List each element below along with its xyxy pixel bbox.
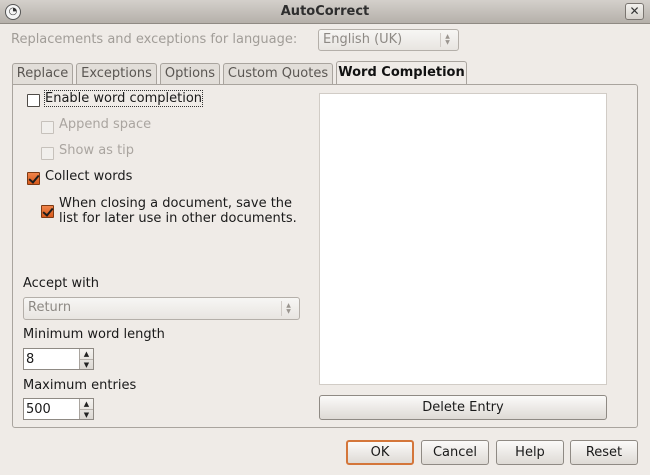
title-bar[interactable]: ◔ AutoCorrect ✕ xyxy=(0,0,650,24)
show-as-tip-label: Show as tip xyxy=(59,143,135,158)
stepper-down-icon[interactable]: ▼ xyxy=(80,409,93,419)
delete-entry-button[interactable]: Delete Entry xyxy=(319,395,607,420)
stepper-arrows[interactable]: ▲ ▼ xyxy=(79,399,93,419)
language-select[interactable]: English (UK) ▲ ▼ xyxy=(318,29,459,51)
max-entries-stepper[interactable]: 500 ▲ ▼ xyxy=(23,398,94,420)
accept-with-select[interactable]: Return ▲ ▼ xyxy=(23,297,300,320)
combo-arrows-icon: ▲ ▼ xyxy=(281,301,295,316)
append-space-checkbox[interactable] xyxy=(41,121,54,134)
tab-options[interactable]: Options xyxy=(160,63,220,85)
stepper-up-icon[interactable]: ▲ xyxy=(80,349,93,359)
enable-word-completion-label[interactable]: Enable word completion xyxy=(43,90,204,107)
language-value: English (UK) xyxy=(323,32,403,47)
min-word-length-stepper[interactable]: 8 ▲ ▼ xyxy=(23,348,94,370)
reset-button[interactable]: Reset xyxy=(570,440,638,465)
save-list-checkbox[interactable] xyxy=(41,205,54,218)
save-list-label-line1[interactable]: When closing a document, save the xyxy=(59,196,292,211)
collect-words-label[interactable]: Collect words xyxy=(45,169,132,184)
ok-button[interactable]: OK xyxy=(346,440,414,465)
help-button[interactable]: Help xyxy=(496,440,564,465)
max-entries-value: 500 xyxy=(26,402,51,417)
tab-replace[interactable]: Replace xyxy=(12,63,73,85)
save-list-label-line2[interactable]: list for later use in other documents. xyxy=(59,211,297,226)
combo-arrows-icon: ▲ ▼ xyxy=(440,33,454,47)
tab-custom-quotes[interactable]: Custom Quotes xyxy=(223,63,333,85)
close-icon: ✕ xyxy=(629,4,640,18)
append-space-label: Append space xyxy=(59,117,152,132)
stepper-up-icon[interactable]: ▲ xyxy=(80,399,93,409)
window-title: AutoCorrect xyxy=(280,4,370,19)
close-button[interactable]: ✕ xyxy=(625,3,644,20)
accept-with-value: Return xyxy=(28,300,72,315)
enable-word-completion-checkbox[interactable] xyxy=(27,94,40,107)
word-list[interactable] xyxy=(319,93,607,385)
show-as-tip-checkbox[interactable] xyxy=(41,147,54,160)
cancel-button[interactable]: Cancel xyxy=(421,440,489,465)
min-word-length-value: 8 xyxy=(26,352,35,367)
stepper-arrows[interactable]: ▲ ▼ xyxy=(79,349,93,369)
accept-with-label: Accept with xyxy=(23,276,100,291)
tab-word-completion[interactable]: Word Completion xyxy=(336,61,467,85)
language-label: Replacements and exceptions for language… xyxy=(11,32,298,47)
stepper-down-icon[interactable]: ▼ xyxy=(80,359,93,369)
collect-words-checkbox[interactable] xyxy=(27,172,40,185)
tab-exceptions[interactable]: Exceptions xyxy=(76,63,157,85)
max-entries-label: Maximum entries xyxy=(23,378,137,393)
min-word-length-label: Minimum word length xyxy=(23,327,165,342)
